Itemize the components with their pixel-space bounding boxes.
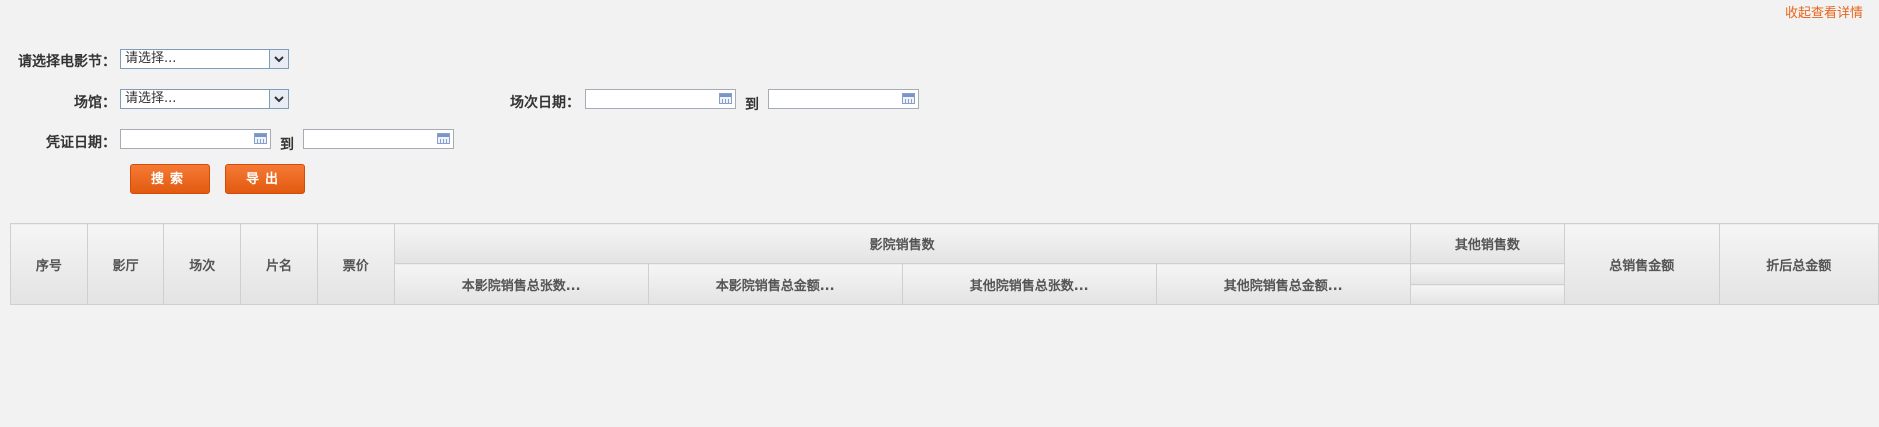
header-other-sales: 其他销售数 — [1409, 223, 1566, 264]
header-discounted-total: 折后总金额 — [1718, 223, 1879, 305]
collapse-details-link[interactable]: 收起查看详情 — [1785, 2, 1863, 21]
venue-label: 场馆： — [74, 95, 116, 111]
header-price: 票价 — [316, 223, 395, 305]
chevron-down-icon[interactable] — [269, 50, 288, 68]
header-film: 片名 — [240, 223, 318, 305]
header-other-ticket-count: 其他院销售总张数... — [901, 263, 1157, 305]
chevron-down-icon[interactable] — [269, 90, 288, 108]
search-button[interactable]: 搜索 — [130, 164, 210, 194]
header-other-sales-sub-2 — [1409, 284, 1566, 305]
venue-select-value: 请选择... — [125, 91, 177, 106]
voucher-date-label: 凭证日期： — [46, 135, 116, 151]
voucher-date-to-label: 到 — [280, 137, 294, 153]
calendar-icon[interactable] — [719, 93, 732, 104]
calendar-icon[interactable] — [902, 93, 915, 104]
festival-label: 请选择电影节： — [18, 54, 116, 70]
header-hall: 影厅 — [86, 223, 165, 305]
voucher-date-end-input[interactable] — [303, 129, 454, 149]
header-cinema-sales: 影院销售数 — [393, 223, 1411, 264]
export-button[interactable]: 导出 — [225, 164, 305, 194]
header-own-ticket-count: 本影院销售总张数... — [393, 263, 649, 305]
header-seq: 序号 — [10, 223, 88, 305]
header-total-sales-amount: 总销售金额 — [1564, 223, 1720, 305]
session-date-start-input[interactable] — [585, 89, 736, 109]
festival-select[interactable]: 请选择... — [120, 49, 289, 69]
session-date-to-label: 到 — [745, 97, 759, 113]
calendar-icon[interactable] — [437, 133, 450, 144]
calendar-icon[interactable] — [254, 133, 267, 144]
sales-table: 序号 影厅 场次 片名 票价 影院销售数 其他销售数 总销售金额 折后总金额 本… — [10, 223, 1879, 305]
festival-select-value: 请选择... — [125, 51, 177, 66]
header-own-sales-amount: 本影院销售总金额... — [647, 263, 903, 305]
session-date-end-input[interactable] — [768, 89, 919, 109]
header-session: 场次 — [163, 223, 242, 305]
header-other-sales-amount: 其他院销售总金额... — [1155, 263, 1411, 305]
venue-select[interactable]: 请选择... — [120, 89, 289, 109]
session-date-label: 场次日期： — [510, 95, 580, 111]
header-other-sales-sub-1 — [1409, 263, 1566, 285]
voucher-date-start-input[interactable] — [120, 129, 271, 149]
